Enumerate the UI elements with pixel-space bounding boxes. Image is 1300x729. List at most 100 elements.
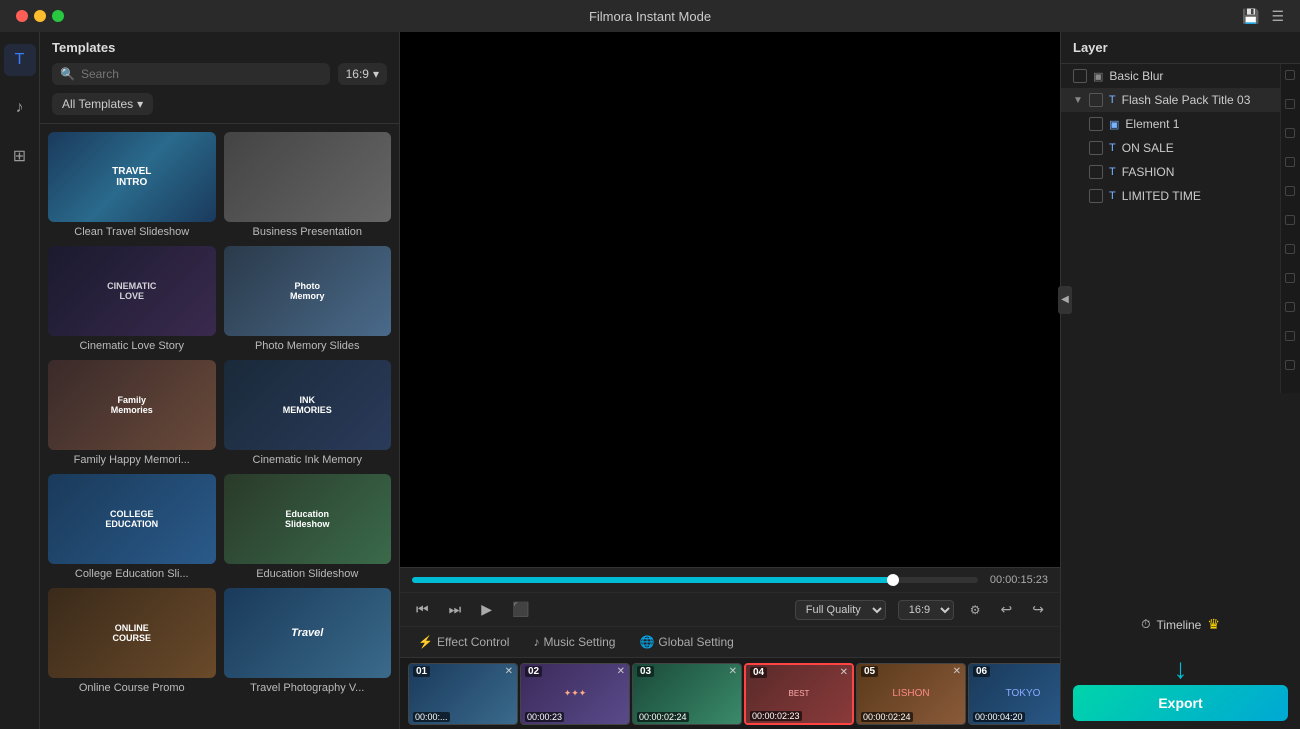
layer-side-check-2[interactable] (1285, 99, 1295, 109)
clip-close-3[interactable]: ✕ (729, 666, 737, 677)
sidebar-icon-music[interactable]: ♪ (4, 92, 36, 124)
layer-side-check-11[interactable] (1285, 360, 1295, 370)
play-button[interactable]: ▶ (477, 599, 496, 620)
layer-side-check-8[interactable] (1285, 273, 1295, 283)
template-card-5[interactable]: FamilyMemories Family Happy Memori... (48, 360, 216, 466)
undo-button[interactable]: ↩ (997, 599, 1017, 620)
template-label-8: Education Slideshow (224, 568, 392, 580)
stop-button[interactable]: ⬛ (508, 599, 533, 620)
layer-header: Layer (1061, 32, 1300, 64)
settings-button[interactable]: ⚙ (966, 601, 985, 619)
template-label-1: Clean Travel Slideshow (48, 226, 216, 238)
template-thumb-9: ONLINECOURSE (48, 588, 216, 678)
layer-name-flash-sale: Flash Sale Pack Title 03 (1122, 93, 1268, 107)
layer-item-flash-sale[interactable]: ▼ T Flash Sale Pack Title 03 (1061, 88, 1280, 112)
search-bar: 🔍 16:9 ▾ (52, 63, 387, 85)
layer-item-basic-blur[interactable]: ▣ Basic Blur (1061, 64, 1280, 88)
close-button[interactable] (16, 10, 28, 22)
template-card-10[interactable]: Travel Travel Photography V... (224, 588, 392, 694)
template-card-8[interactable]: EducationSlideshow Education Slideshow (224, 474, 392, 580)
layer-side-check-3[interactable] (1285, 128, 1295, 138)
layer-side-check-10[interactable] (1285, 331, 1295, 341)
tab-music-setting[interactable]: ♪ Music Setting (523, 631, 625, 653)
title-bar: Filmora Instant Mode 💾 ☰ (0, 0, 1300, 32)
clip-close-2[interactable]: ✕ (617, 666, 625, 677)
sidebar-icon-text[interactable]: T (4, 44, 36, 76)
layer-icon-basic-blur: ▣ (1093, 70, 1103, 83)
timeline-strip: 01 00:00:... ✕ ✦✦✦ 02 00:00:23 ✕ 03 00:0… (400, 657, 1060, 729)
menu-icon[interactable]: ☰ (1271, 8, 1284, 25)
layer-item-on-sale[interactable]: T ON SALE (1061, 136, 1280, 160)
sidebar-icon-effect[interactable]: ⊞ (4, 140, 36, 172)
progress-thumb[interactable] (887, 574, 899, 586)
template-thumb-8: EducationSlideshow (224, 474, 392, 564)
layer-side-check-1[interactable] (1285, 70, 1295, 80)
layer-item-limited-time[interactable]: T LIMITED TIME (1061, 184, 1280, 208)
template-thumb-4: PhotoMemory (224, 246, 392, 336)
progress-bar[interactable] (412, 577, 978, 583)
layer-icon-element-1: ▣ (1109, 118, 1119, 131)
fullscreen-button[interactable] (52, 10, 64, 22)
layer-check-flash-sale[interactable] (1089, 93, 1103, 107)
export-button[interactable]: Export (1073, 685, 1288, 721)
template-card-9[interactable]: ONLINECOURSE Online Course Promo (48, 588, 216, 694)
layer-content: ▣ Basic Blur ▼ T Flash Sale Pack Title 0… (1061, 64, 1280, 393)
layer-side-check-4[interactable] (1285, 157, 1295, 167)
layer-check-limited-time[interactable] (1089, 189, 1103, 203)
layer-check-fashion[interactable] (1089, 165, 1103, 179)
template-card-6[interactable]: INKMEMORIES Cinematic Ink Memory (224, 360, 392, 466)
thumb-text-8: EducationSlideshow (224, 474, 392, 564)
clip-item-2[interactable]: ✦✦✦ 02 00:00:23 ✕ (520, 663, 630, 725)
music-tab-icon: ♪ (533, 635, 539, 649)
layer-side-check-9[interactable] (1285, 302, 1295, 312)
template-thumb-5: FamilyMemories (48, 360, 216, 450)
collapse-panel-button[interactable]: ◀ (1058, 286, 1072, 314)
layer-check-basic-blur[interactable] (1073, 69, 1087, 83)
traffic-lights (16, 10, 64, 22)
layer-side-check-6[interactable] (1285, 215, 1295, 225)
layer-title: Layer (1073, 40, 1108, 55)
layer-item-fashion[interactable]: T FASHION (1061, 160, 1280, 184)
minimize-button[interactable] (34, 10, 46, 22)
thumb-text-10: Travel (224, 588, 392, 678)
layer-check-on-sale[interactable] (1089, 141, 1103, 155)
template-card-1[interactable]: TRAVELINTRO Clean Travel Slideshow (48, 132, 216, 238)
layer-side-check-7[interactable] (1285, 244, 1295, 254)
templates-panel: Templates 🔍 16:9 ▾ All Templates ▾ (40, 32, 400, 729)
clip-num-4: 04 (750, 667, 767, 678)
layer-item-element-1[interactable]: ▣ Element 1 (1061, 112, 1280, 136)
clip-close-5[interactable]: ✕ (953, 666, 961, 677)
expand-arrow-flash-sale[interactable]: ▼ (1073, 95, 1083, 106)
clip-close-1[interactable]: ✕ (505, 666, 513, 677)
tab-effect-control[interactable]: ⚡ Effect Control (408, 631, 519, 653)
template-card-4[interactable]: PhotoMemory Photo Memory Slides (224, 246, 392, 352)
clip-close-4[interactable]: ✕ (840, 667, 848, 678)
layer-check-element-1[interactable] (1089, 117, 1103, 131)
layer-icon-limited-time: T (1109, 190, 1116, 202)
template-label-2: Business Presentation (224, 226, 392, 238)
template-card-3[interactable]: CINEMATICLOVE Cinematic Love Story (48, 246, 216, 352)
sidebar-icons: T ♪ ⊞ (0, 32, 40, 729)
skip-forward-button[interactable]: ⏭ (445, 599, 466, 620)
template-card-2[interactable]: Business Presentation (224, 132, 392, 238)
quality-select[interactable]: Full Quality Half Quality (795, 600, 886, 620)
clip-item-6[interactable]: TOKYO 06 00:00:04:20 ✕ (968, 663, 1060, 725)
skip-back-button[interactable]: ⏮ (412, 599, 433, 620)
save-icon[interactable]: 💾 (1242, 8, 1259, 25)
clip-num-3: 03 (637, 666, 654, 677)
redo-button[interactable]: ↪ (1028, 599, 1048, 620)
layer-side-check-5[interactable] (1285, 186, 1295, 196)
clip-item-3[interactable]: 03 00:00:02:24 ✕ (632, 663, 742, 725)
playback-controls: 00:00:15:23 (400, 567, 1060, 592)
template-label-7: College Education Sli... (48, 568, 216, 580)
progress-fill (412, 577, 893, 583)
clip-item-4[interactable]: BEST 04 00:00:02:23 ✕ (744, 663, 854, 725)
clip-item-5[interactable]: LISHON 05 00:00:02:24 ✕ (856, 663, 966, 725)
template-card-7[interactable]: COLLEGEEDUCATION College Education Sli..… (48, 474, 216, 580)
clip-item-1[interactable]: 01 00:00:... ✕ (408, 663, 518, 725)
search-input[interactable] (81, 67, 322, 81)
ratio-button[interactable]: 16:9 ▾ (338, 63, 387, 85)
ratio-select[interactable]: 16:9 9:16 1:1 (898, 600, 954, 620)
filter-all-templates[interactable]: All Templates ▾ (52, 93, 153, 115)
tab-global-setting[interactable]: 🌐 Global Setting (629, 631, 743, 653)
